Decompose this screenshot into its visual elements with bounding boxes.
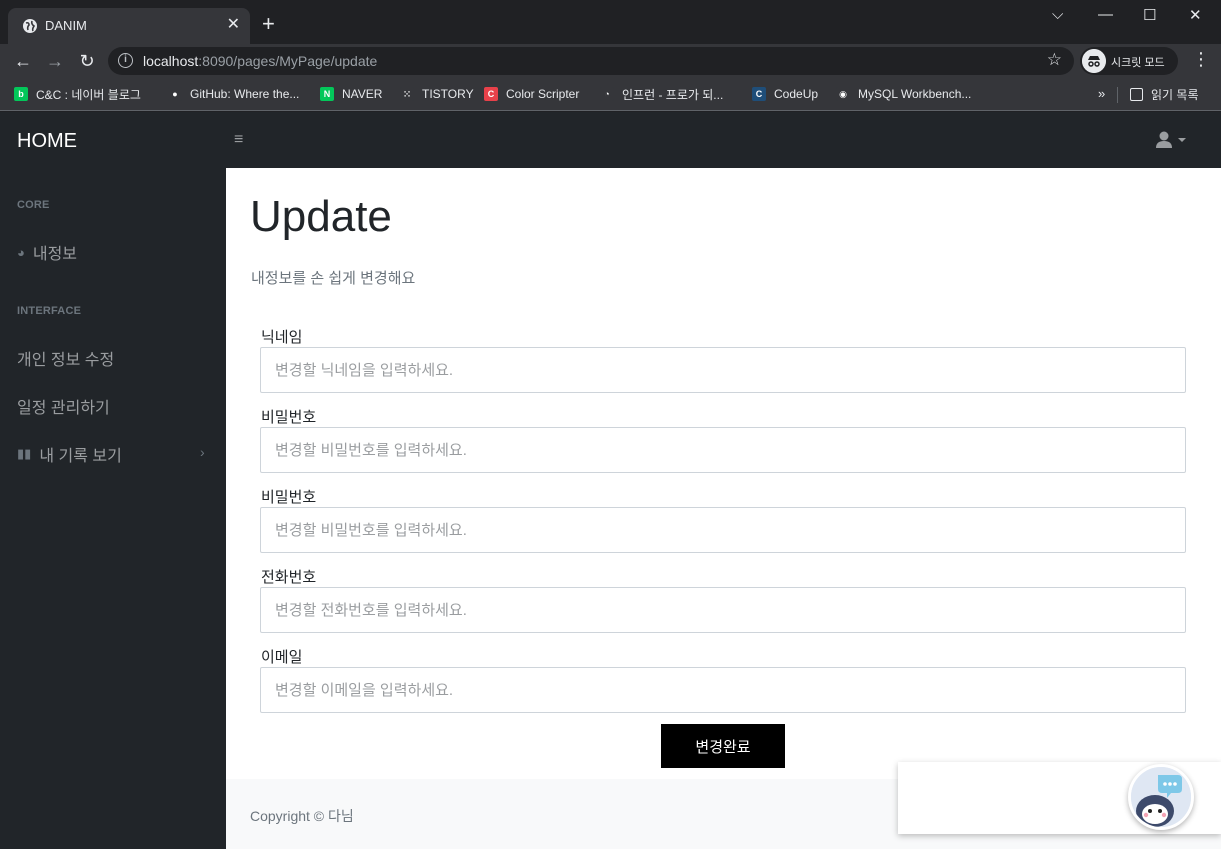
- password-confirm-label: 비밀번호: [261, 489, 317, 506]
- password-label: 비밀번호: [261, 409, 317, 426]
- chatbot-launcher-button[interactable]: [1128, 764, 1194, 830]
- password-input[interactable]: [260, 427, 1186, 473]
- chatbot-avatar-icon: [1131, 767, 1191, 827]
- sidebar-item-label: 일정 관리하기: [17, 400, 110, 417]
- bookmarks-bar: » 읽기 목록 b C&C : 네이버 블로그 ● GitHub: Where the…: [0, 78, 1221, 111]
- sidebar-item-my-info[interactable]: ◕ 내정보: [17, 240, 77, 264]
- close-window-button[interactable]: ✕: [1189, 6, 1202, 24]
- sidebar-heading-interface: INTERFACE: [17, 305, 82, 317]
- sidebar: CORE ◕ 내정보 INTERFACE 개인 정보 수정 일정 관리하기 ▮▮…: [0, 168, 226, 849]
- bookmark-item[interactable]: C Color Scripter: [484, 85, 579, 103]
- password-confirm-input[interactable]: [260, 507, 1186, 553]
- reading-list-button[interactable]: 읽기 목록: [1130, 85, 1199, 103]
- new-tab-button[interactable]: +: [262, 13, 275, 35]
- back-arrow-icon[interactable]: ←: [12, 50, 34, 72]
- sidebar-toggle-icon[interactable]: ≡: [234, 132, 243, 148]
- tab-search-icon[interactable]: ⌵: [1052, 6, 1063, 23]
- sidebar-item-records[interactable]: ▮▮ 내 기록 보기: [17, 442, 122, 466]
- chevron-right-icon[interactable]: ›: [200, 444, 205, 460]
- bookmark-label: CodeUp: [774, 87, 819, 101]
- inflearn-icon: ◔: [600, 87, 614, 101]
- incognito-label: 시크릿 모드: [1111, 57, 1165, 69]
- phone-input[interactable]: [260, 587, 1186, 633]
- bookmark-label: Color Scripter: [506, 87, 580, 101]
- browser-menu-icon[interactable]: ⋮: [1192, 49, 1210, 70]
- bookmark-label: MySQL Workbench...: [858, 87, 972, 101]
- brand-home-link[interactable]: HOME: [17, 130, 77, 153]
- incognito-icon: [1082, 49, 1106, 73]
- page-title: Update: [250, 192, 392, 241]
- reload-icon[interactable]: ↻: [76, 50, 98, 72]
- bookmark-item[interactable]: ● GitHub: Where the...: [168, 85, 299, 103]
- user-menu-button[interactable]: [1155, 130, 1191, 155]
- page-subtitle: 내정보를 손 쉽게 변경해요: [251, 270, 416, 287]
- codeup-icon: C: [752, 87, 766, 101]
- tab-title: DANIM: [45, 18, 87, 33]
- bookmark-label: C&C : 네이버 블로그: [36, 87, 141, 102]
- forward-arrow-icon[interactable]: →: [44, 50, 66, 72]
- bookmark-item[interactable]: b C&C : 네이버 블로그: [14, 85, 141, 103]
- bookmark-label: NAVER: [342, 87, 383, 101]
- bookmark-star-icon[interactable]: ☆: [1047, 50, 1062, 70]
- bookmark-item[interactable]: C CodeUp: [752, 85, 818, 103]
- site-info-icon[interactable]: i: [118, 53, 133, 68]
- main-content: Update 내정보를 손 쉽게 변경해요 닉네임 비밀번호 비밀번호 전화번호…: [226, 168, 1221, 849]
- address-bar[interactable]: i localhost:8090/pages/MyPage/update ☆: [108, 47, 1074, 75]
- globe-icon: ◉: [836, 87, 850, 101]
- bookmarks-more-icon[interactable]: »: [1098, 86, 1105, 101]
- copyright-text: Copyright © 다님: [250, 808, 354, 824]
- bookmark-label: GitHub: Where the...: [190, 87, 300, 101]
- maximize-button[interactable]: ☐: [1143, 6, 1156, 24]
- browser-tab[interactable]: DANIM ✕: [8, 8, 250, 44]
- browser-titlebar: DANIM ✕ + ⌵ — ☐ ✕: [0, 0, 1221, 44]
- sidebar-item-label: 내 기록 보기: [39, 448, 122, 465]
- blog-icon: b: [14, 87, 28, 101]
- tab-close-icon[interactable]: ✕: [227, 16, 240, 34]
- github-icon: ●: [168, 87, 182, 101]
- tachometer-icon: ◕: [17, 244, 25, 260]
- sidebar-heading-core: CORE: [17, 199, 50, 211]
- sidebar-item-edit-profile[interactable]: 개인 정보 수정: [17, 346, 114, 370]
- bookmark-label: 인프런 - 프로가 되...: [622, 87, 724, 102]
- reading-list-icon: [1130, 87, 1143, 101]
- incognito-badge[interactable]: 시크릿 모드: [1080, 47, 1178, 75]
- bookmark-item[interactable]: ⁙ TISTORY: [400, 85, 474, 103]
- bookmark-label: TISTORY: [422, 87, 474, 101]
- minimize-button[interactable]: —: [1098, 6, 1113, 23]
- sidebar-item-label: 개인 정보 수정: [17, 352, 115, 369]
- bookmarks-divider: [1117, 87, 1118, 103]
- nickname-input[interactable]: [260, 347, 1186, 393]
- naver-icon: N: [320, 87, 334, 101]
- bookmark-item[interactable]: ◉ MySQL Workbench...: [836, 85, 971, 103]
- top-navbar: HOME ≡: [0, 112, 1221, 168]
- user-icon: [1156, 131, 1186, 148]
- tistory-icon: ⁙: [400, 87, 414, 101]
- email-input[interactable]: [260, 667, 1186, 713]
- sidebar-item-label: 내정보: [32, 246, 78, 263]
- bookmark-item[interactable]: N NAVER: [320, 85, 382, 103]
- nickname-label: 닉네임: [261, 329, 303, 346]
- bookmark-item[interactable]: ◔ 인프런 - 프로가 되...: [600, 85, 723, 103]
- colorscripter-icon: C: [484, 87, 498, 101]
- globe-icon: [23, 19, 37, 33]
- url-text[interactable]: localhost:8090/pages/MyPage/update: [143, 53, 377, 69]
- phone-label: 전화번호: [261, 569, 317, 586]
- book-open-icon: ▮▮: [17, 446, 32, 461]
- submit-button[interactable]: 변경완료: [661, 724, 785, 768]
- sidebar-item-schedule[interactable]: 일정 관리하기: [17, 394, 110, 418]
- email-label: 이메일: [261, 649, 303, 666]
- browser-toolbar: ← → ↻ i localhost:8090/pages/MyPage/upda…: [0, 44, 1221, 78]
